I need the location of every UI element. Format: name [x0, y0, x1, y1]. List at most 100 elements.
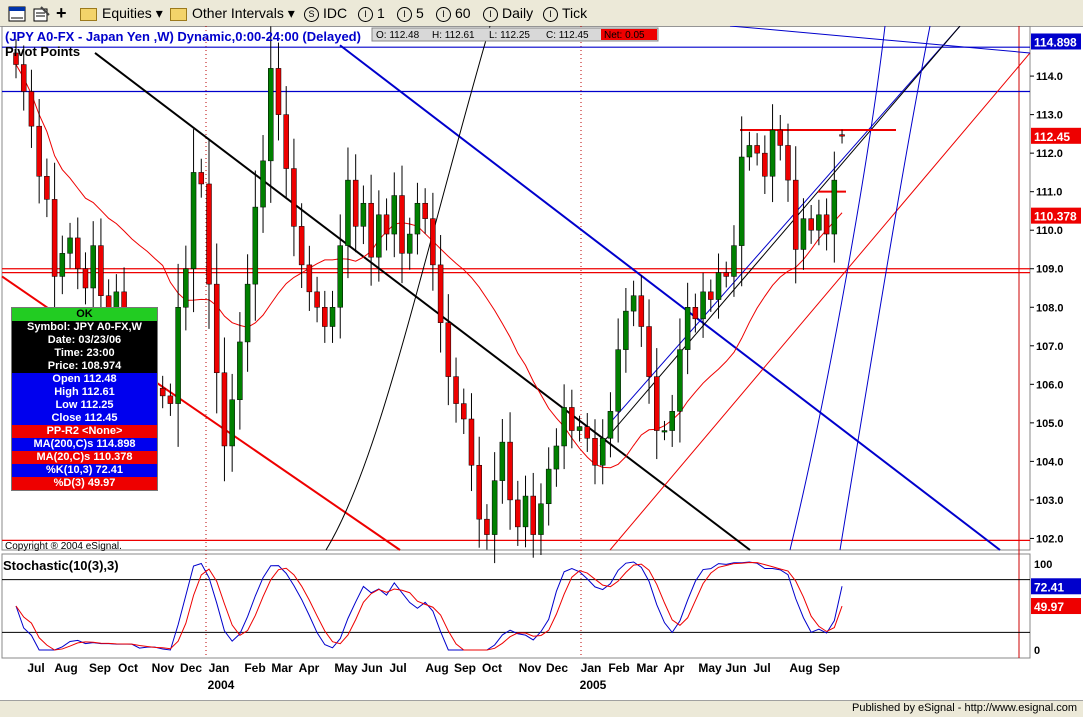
candle-body — [291, 168, 297, 227]
black-arc — [325, 26, 491, 551]
candle-body — [700, 291, 706, 320]
candle-body — [816, 214, 822, 231]
price-tick-label: 106.0 — [1036, 379, 1064, 391]
candle-body — [607, 411, 614, 439]
price-tick-label: 108.0 — [1036, 302, 1064, 314]
dw-time: Time: 23:00 — [12, 347, 157, 360]
candle-body — [244, 283, 251, 343]
add-icon[interactable]: + — [56, 4, 67, 22]
ma200-price-label: 114.898 — [1034, 35, 1077, 49]
price-tick-label: 111.0 — [1036, 187, 1062, 199]
month-label: Jul — [753, 661, 770, 675]
candle-body — [599, 438, 606, 466]
study-title: Pivot Points — [5, 44, 80, 59]
daily-button[interactable]: I Daily — [483, 4, 533, 22]
candle-body — [661, 430, 668, 433]
dropdown-arrow-icon: ▾ — [287, 5, 295, 21]
candle-body — [190, 172, 197, 269]
candle-body — [391, 195, 398, 235]
dropdown-arrow-icon: ▾ — [155, 5, 163, 21]
last-price-label: 112.45 — [1034, 130, 1070, 144]
dw-ma20: MA(20,C)s 110.378 — [12, 451, 157, 464]
stoch-tick-100: 100 — [1034, 559, 1052, 571]
candle-body — [630, 295, 637, 312]
ohlc-high: H: 112.61 — [432, 30, 475, 41]
month-label: Aug — [54, 661, 77, 675]
blue-arc — [789, 26, 886, 551]
candle-body — [754, 145, 760, 154]
price-tick-label: 104.0 — [1036, 456, 1064, 468]
candle-body — [437, 264, 444, 323]
candle-body — [360, 202, 367, 227]
other-intervals-menu[interactable]: Other Intervals ▾ — [170, 4, 295, 22]
copyright: Copyright ® 2004 eSignal. — [5, 541, 122, 552]
candle-body — [453, 376, 459, 404]
candle-body — [461, 403, 467, 420]
candle-body — [167, 395, 174, 404]
equities-menu[interactable]: Equities ▾ — [80, 4, 163, 22]
candle-body — [615, 349, 621, 412]
candle-body — [337, 245, 343, 308]
ohlc-open: O: 112.48 — [376, 30, 420, 41]
candle-body — [229, 399, 235, 447]
price-tick-label: 113.0 — [1036, 110, 1063, 122]
candle-body — [592, 438, 598, 466]
candle-body — [785, 145, 791, 181]
candle-body — [59, 253, 66, 277]
interval-5-button[interactable]: I5 — [397, 4, 424, 22]
month-label: Oct — [482, 661, 502, 675]
idc-button[interactable]: S IDC — [304, 4, 347, 22]
candle-body — [507, 441, 513, 501]
stoch-title: Stochastic(10(3),3) — [3, 558, 119, 573]
candle-body — [792, 179, 799, 250]
price-tick-label: 107.0 — [1036, 341, 1064, 353]
tick-button[interactable]: I Tick — [543, 4, 587, 22]
candle-body — [569, 407, 575, 431]
candle-body — [654, 376, 660, 431]
candle-body — [283, 114, 289, 169]
stoch-d-line — [15, 561, 843, 651]
chart-window-icon[interactable] — [8, 4, 26, 22]
interval-1-button[interactable]: I1 — [358, 4, 385, 22]
candle-body — [769, 129, 776, 177]
toolbar: + Equities ▾ Other Intervals ▾ S IDC I1 I… — [0, 0, 1083, 27]
candle-body — [646, 326, 652, 377]
candle-body — [576, 426, 583, 431]
candle-body — [677, 349, 683, 412]
candle-body — [329, 307, 336, 327]
candle-body — [484, 518, 490, 535]
month-label: Jan — [581, 661, 602, 675]
candle-body — [260, 160, 266, 208]
month-label: Sep — [89, 661, 111, 675]
ma20-price-label: 110.378 — [1034, 210, 1077, 224]
candle-body — [669, 411, 675, 431]
folder-icon — [170, 7, 187, 21]
candle-body — [545, 468, 552, 505]
candle-body — [638, 295, 645, 327]
properties-icon[interactable] — [32, 4, 50, 22]
candle-body — [237, 341, 243, 400]
candle-body — [82, 268, 89, 289]
price-chart[interactable]: (JPY A0-FX - Japan Yen ,W) Dynamic,0:00-… — [0, 26, 1083, 700]
candle-body — [20, 64, 27, 92]
month-label: Jun — [725, 661, 746, 675]
data-window[interactable]: OK Symbol: JPY A0-FX,W Date: 03/23/06 Ti… — [11, 307, 158, 491]
folder-icon — [80, 7, 97, 21]
interval-60-button[interactable]: I 60 — [436, 4, 471, 22]
candle-body — [175, 307, 181, 404]
candle-body — [98, 245, 104, 296]
candle-body — [275, 68, 282, 115]
month-label: Mar — [636, 661, 658, 675]
candle-body — [345, 179, 351, 246]
data-window-ok[interactable]: OK — [12, 308, 157, 321]
candle-body — [808, 218, 814, 231]
stoch-pane-frame — [1, 553, 1031, 659]
year-label: 2004 — [208, 678, 235, 692]
candle-body — [684, 307, 691, 350]
month-label: Aug — [425, 661, 448, 675]
candle-body — [692, 307, 699, 320]
candle-body — [383, 214, 390, 235]
candle-body — [515, 499, 521, 528]
month-label: Aug — [789, 661, 812, 675]
month-label: Mar — [271, 661, 293, 675]
